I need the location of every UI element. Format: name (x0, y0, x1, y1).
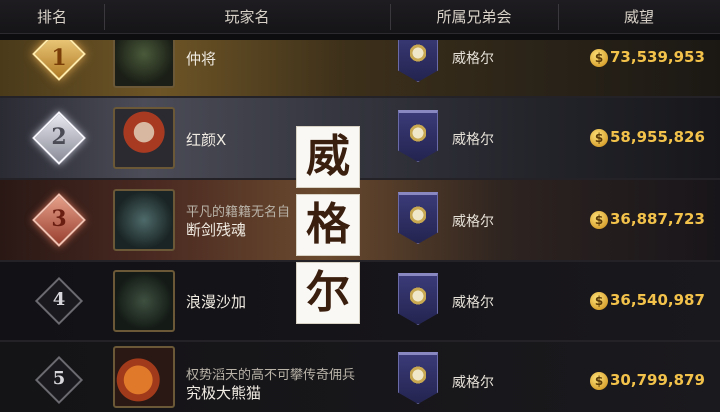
player-title: 平凡的籍籍无名自 (186, 205, 291, 220)
guild-name[interactable]: 威格尔 (452, 292, 494, 312)
player-title: 权势滔天的高不可攀传奇佣兵 (186, 368, 356, 383)
leaderboard-row-2[interactable]: 2 红颜X 威格尔 $ 58,955,826 (0, 98, 720, 178)
player-name[interactable]: 红颜X (186, 129, 226, 150)
rank-number: 5 (52, 368, 66, 389)
prestige-value: 73,539,953 (610, 48, 705, 66)
avatar[interactable] (113, 189, 175, 251)
guild-column-header: 所属兄弟会 (436, 8, 512, 26)
prestige-coin-icon: $ (590, 292, 608, 310)
prestige-value: 30,799,879 (610, 371, 705, 389)
prestige-coin-icon: $ (590, 49, 608, 67)
overlay-char-1: 威 (296, 126, 360, 188)
avatar[interactable] (113, 270, 175, 332)
rank-number: 3 (51, 206, 67, 232)
prestige-column-header: 威望 (623, 8, 654, 26)
guild-name[interactable]: 威格尔 (452, 129, 494, 149)
guild-name[interactable]: 威格尔 (452, 372, 494, 392)
guild-name[interactable]: 威格尔 (452, 211, 494, 231)
leaderboard-row-4[interactable]: 4 浪漫沙加 威格尔 $ 36,540,987 (0, 262, 720, 340)
eagle-emblem-icon (410, 124, 426, 142)
guild-name[interactable]: 威格尔 (452, 48, 494, 68)
player-name[interactable]: 浪漫沙加 (186, 291, 246, 312)
leaderboard-row-1[interactable]: 1 仲将 威格尔 $ 73,539,953 (0, 40, 720, 96)
leaderboard-header: 排名 玩家名 所属兄弟会 威望 (0, 0, 720, 34)
player-name[interactable]: 仲将 (186, 48, 216, 69)
eagle-emblem-icon (410, 44, 426, 62)
avatar[interactable] (113, 107, 175, 169)
avatar[interactable] (113, 346, 175, 408)
rank-number: 2 (51, 124, 67, 150)
player-name[interactable]: 断剑残魂 (186, 219, 246, 240)
player-column-header: 玩家名 (224, 8, 270, 26)
prestige-value: 36,887,723 (610, 210, 705, 228)
rank-number: 4 (52, 289, 66, 310)
prestige-coin-icon: $ (590, 211, 608, 229)
eagle-emblem-icon (410, 206, 426, 224)
avatar[interactable] (113, 40, 175, 88)
rank-column-header: 排名 (36, 8, 67, 26)
leaderboard-row-5[interactable]: 5 权势滔天的高不可攀传奇佣兵 究极大熊猫 威格尔 $ 30,799,879 (0, 342, 720, 412)
eagle-emblem-icon (410, 287, 426, 305)
prestige-value: 58,955,826 (610, 128, 705, 146)
prestige-coin-icon: $ (590, 129, 608, 147)
leaderboard-row-3[interactable]: 3 平凡的籍籍无名自 断剑残魂 威格尔 $ 36,887,723 (0, 180, 720, 260)
eagle-emblem-icon (410, 366, 426, 384)
player-name[interactable]: 究极大熊猫 (186, 382, 261, 403)
prestige-coin-icon: $ (590, 372, 608, 390)
rank-number: 1 (51, 45, 67, 71)
overlay-char-3: 尔 (296, 262, 360, 324)
prestige-value: 36,540,987 (610, 291, 705, 309)
overlay-char-2: 格 (296, 194, 360, 256)
